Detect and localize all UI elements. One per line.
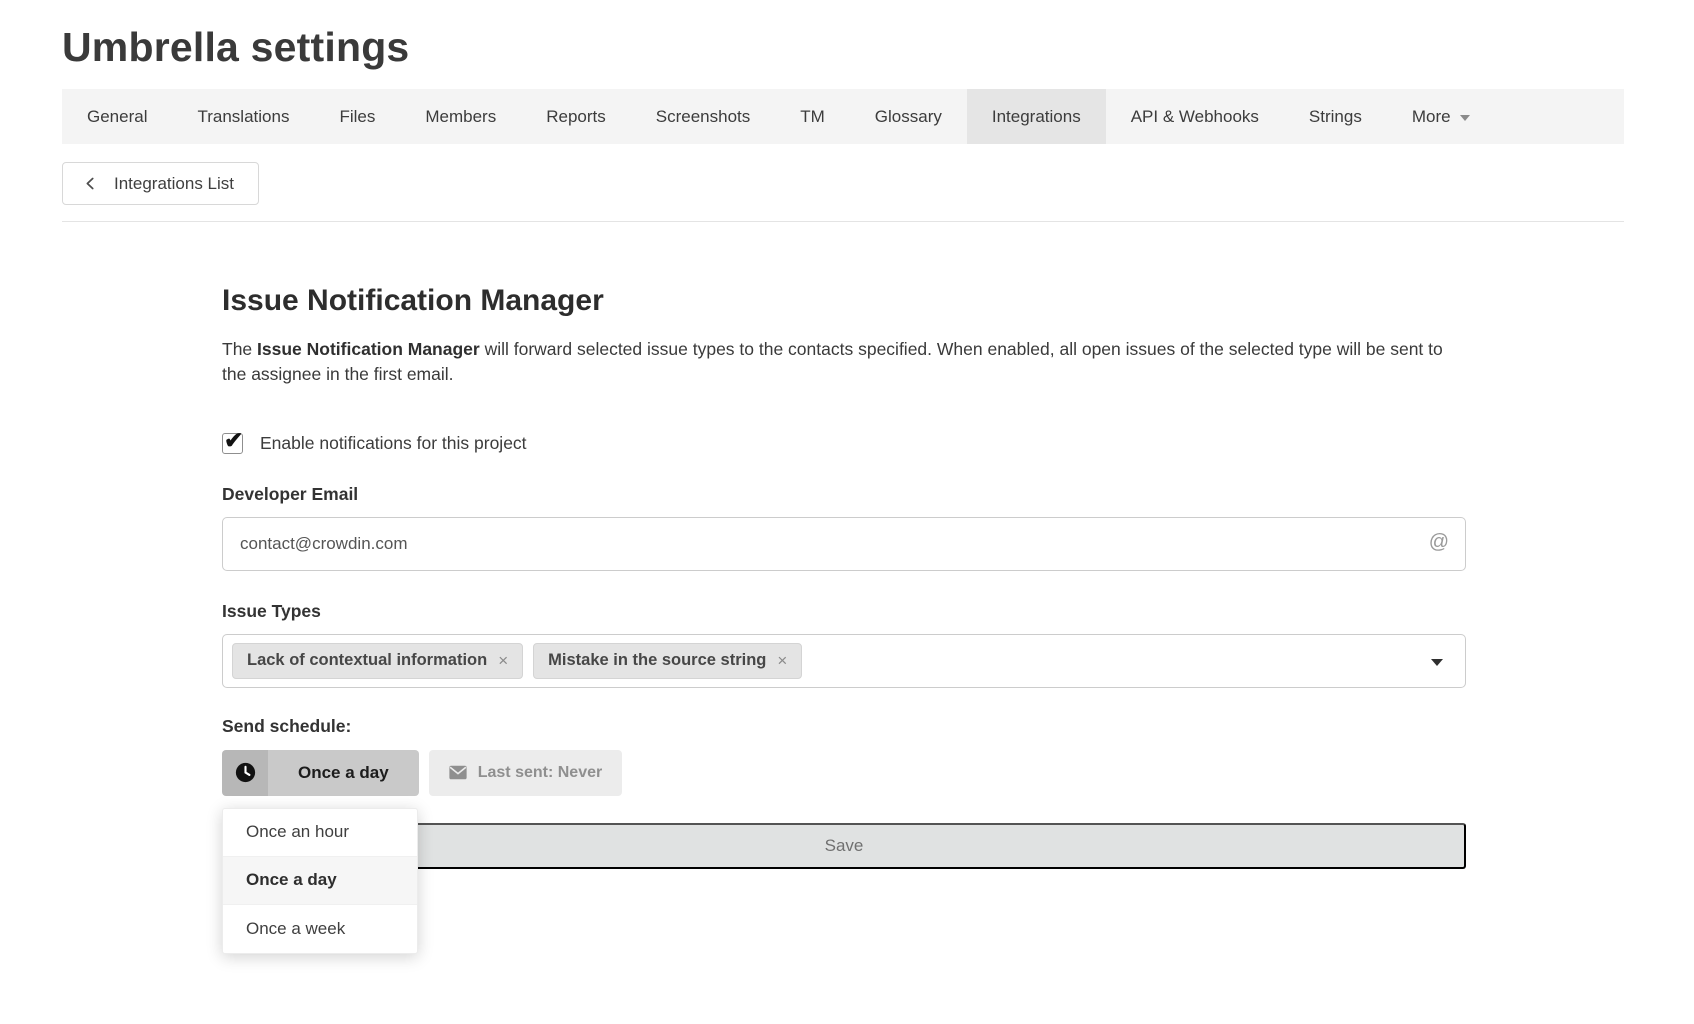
tab-more-label: More — [1412, 107, 1451, 127]
tab-members[interactable]: Members — [400, 89, 521, 144]
tab-glossary[interactable]: Glossary — [850, 89, 967, 144]
issue-types-label: Issue Types — [222, 601, 1466, 622]
integration-settings-panel: Issue Notification Manager The Issue Not… — [222, 284, 1466, 869]
tab-api-webhooks[interactable]: API & Webhooks — [1106, 89, 1284, 144]
issue-type-tag: Lack of contextual information × — [232, 643, 523, 679]
send-schedule-row: Once a day Last sent: Never — [222, 750, 1466, 796]
tab-files[interactable]: Files — [314, 89, 400, 144]
tab-integrations[interactable]: Integrations — [967, 89, 1106, 144]
schedule-dropdown-menu: Once an hour Once a day Once a week — [222, 808, 418, 954]
tab-screenshots[interactable]: Screenshots — [631, 89, 776, 144]
menu-item-once-a-day[interactable]: Once a day — [223, 857, 417, 905]
description-bold: Issue Notification Manager — [257, 339, 480, 359]
tab-tm[interactable]: TM — [775, 89, 850, 144]
tab-reports[interactable]: Reports — [521, 89, 631, 144]
schedule-select-button[interactable]: Once a day — [222, 750, 419, 796]
tab-more[interactable]: More — [1387, 89, 1495, 144]
chevron-down-icon — [1460, 115, 1470, 121]
issue-type-tag-label: Lack of contextual information — [247, 651, 487, 670]
header-divider — [62, 221, 1624, 222]
enable-notifications-row: ✔ Enable notifications for this project — [222, 433, 1466, 454]
save-area: Save Once an hour Once a day Once a week — [222, 823, 1466, 869]
last-sent-status: Last sent: Never — [429, 750, 623, 796]
envelope-icon — [449, 765, 467, 780]
send-schedule-label: Send schedule: — [222, 716, 1466, 737]
menu-item-once-an-hour[interactable]: Once an hour — [223, 809, 417, 857]
remove-tag-icon[interactable]: × — [498, 651, 508, 671]
settings-tabbar: General Translations Files Members Repor… — [62, 89, 1624, 144]
developer-email-input[interactable] — [222, 517, 1466, 571]
menu-item-once-a-week[interactable]: Once a week — [223, 905, 417, 953]
integration-description: The Issue Notification Manager will forw… — [222, 337, 1466, 387]
checkmark-icon: ✔ — [224, 427, 243, 454]
enable-notifications-checkbox[interactable]: ✔ — [222, 433, 243, 454]
enable-notifications-label[interactable]: Enable notifications for this project — [260, 433, 527, 454]
description-prefix: The — [222, 339, 257, 359]
chevron-left-icon — [83, 175, 98, 192]
issue-type-tag: Mistake in the source string × — [533, 643, 802, 679]
clock-icon — [222, 750, 268, 796]
tab-general[interactable]: General — [62, 89, 172, 144]
developer-email-label: Developer Email — [222, 484, 1466, 505]
developer-email-field-wrap: @ — [222, 517, 1466, 571]
page-title: Umbrella settings — [62, 24, 1694, 71]
last-sent-label: Last sent: Never — [478, 764, 603, 782]
issue-type-tag-label: Mistake in the source string — [548, 651, 766, 670]
at-icon: @ — [1429, 531, 1449, 554]
dropdown-caret-icon[interactable] — [1431, 659, 1443, 666]
back-button-label: Integrations List — [114, 174, 234, 194]
issue-types-multiselect[interactable]: Lack of contextual information × Mistake… — [222, 634, 1466, 688]
integrations-list-back-button[interactable]: Integrations List — [62, 162, 259, 205]
schedule-selected-label: Once a day — [268, 750, 419, 796]
remove-tag-icon[interactable]: × — [777, 651, 787, 671]
integration-title: Issue Notification Manager — [222, 284, 1466, 318]
tab-strings[interactable]: Strings — [1284, 89, 1387, 144]
tab-translations[interactable]: Translations — [172, 89, 314, 144]
